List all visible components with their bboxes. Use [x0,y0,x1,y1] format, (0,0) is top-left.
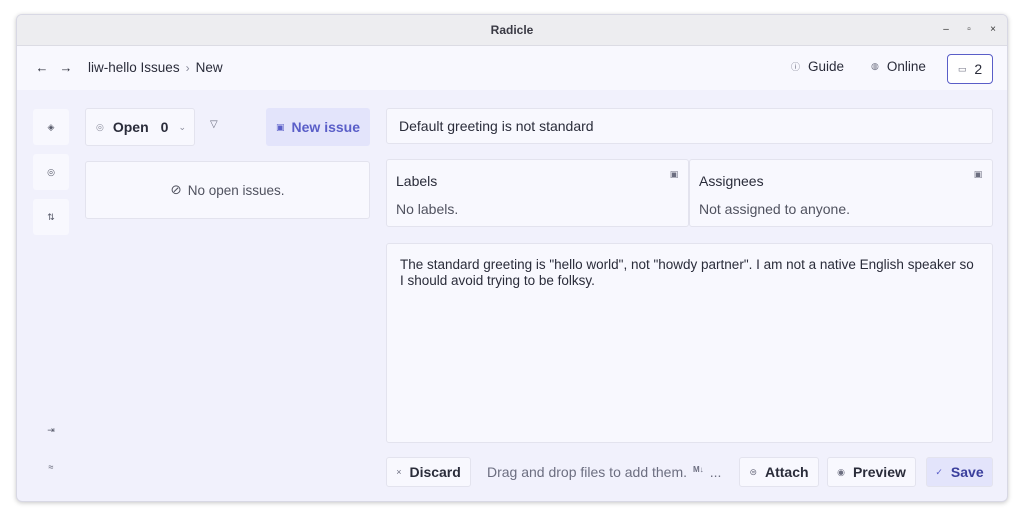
preview-label: Preview [852,464,906,480]
empty-text: No open issues. [187,182,285,198]
inbox-count: 2 [974,61,983,77]
breadcrumb: liw-hello Issues › New [88,60,223,75]
new-issue-label: New issue [291,119,360,135]
issues-empty-state: ⊘ No open issues. [85,161,370,219]
breadcrumb-repo[interactable]: liw-hello Issues [88,60,180,75]
inbox-button[interactable]: ▭ 2 [947,54,993,84]
sidebar-item-patches[interactable]: ⇅ [33,199,69,235]
discard-label: Discard [409,464,461,480]
online-status-button[interactable]: ◍ Online [871,59,926,74]
close-button[interactable]: × [986,23,1000,37]
online-label: Online [886,59,926,74]
logout-icon[interactable]: ⇥ [43,422,59,438]
save-button[interactable]: ✓ Save [926,457,993,487]
guide-button[interactable]: ⓘ Guide [791,59,844,74]
info-icon: ⓘ [791,62,801,72]
issue-title-input[interactable] [386,108,993,144]
empty-icon: ⊘ [170,182,182,197]
save-label: Save [950,464,984,480]
paperclip-icon: ⊜ [749,466,757,477]
labels-header: Labels [396,173,438,189]
breadcrumb-separator-icon: › [185,60,190,75]
eye-icon: ◉ [837,466,845,477]
settings-icon[interactable]: ≈ [43,459,59,475]
forward-icon[interactable]: → [57,58,75,78]
check-icon: ✓ [935,466,943,477]
new-issue-button[interactable]: ▣ New issue [266,108,370,146]
edit-labels-icon[interactable]: ▣ [668,168,680,180]
repo-icon: ◈ [47,121,55,132]
patches-icon: ⇅ [47,211,55,222]
app-window: Radicle – ▫ × ← → liw-hello Issues › New… [16,14,1008,502]
labels-value: No labels. [396,201,459,217]
labels-box: Labels ▣ No labels. [386,159,689,227]
breadcrumb-current: New [195,60,223,75]
ellipsis: ... [709,464,722,480]
attach-label: Attach [764,464,809,480]
header-bar: ← → liw-hello Issues › New ⓘ Guide ◍ Onl… [17,46,1007,90]
status-filter-label: Open [112,119,149,135]
titlebar: Radicle – ▫ × [17,15,1007,46]
new-issue-icon: ▣ [276,121,285,132]
network-icon: ◍ [871,61,879,71]
window-title: Radicle [490,23,534,37]
status-filter-count: 0 [160,119,169,135]
attach-button[interactable]: ⊜ Attach [739,457,819,487]
attachment-hint: Drag and drop files to add them. M↓ ... [487,464,721,480]
filter-icon[interactable]: ▽ [210,119,218,130]
issues-icon: ◎ [47,166,55,177]
guide-label: Guide [808,59,845,74]
markdown-icon: M↓ [693,464,704,474]
discard-button[interactable]: × Discard [386,457,471,487]
minimize-button[interactable]: – [939,23,953,37]
maximize-button[interactable]: ▫ [962,23,976,37]
inbox-icon: ▭ [957,63,967,74]
drag-drop-text: Drag and drop files to add them. [487,464,688,480]
sidebar-item-repo[interactable]: ◈ [33,109,69,145]
close-icon: × [396,467,402,477]
open-issue-icon: ◎ [96,121,104,132]
status-filter-dropdown[interactable]: ◎ Open 0 ⌄ [85,108,195,146]
assignees-box: Assignees ▣ Not assigned to anyone. [689,159,993,227]
issue-body-textarea[interactable]: The standard greeting is "hello world", … [386,243,993,443]
sidebar-item-issues[interactable]: ◎ [33,154,69,190]
preview-button[interactable]: ◉ Preview [827,457,916,487]
back-icon[interactable]: ← [33,58,51,78]
assignees-header: Assignees [699,173,764,189]
assignees-value: Not assigned to anyone. [699,201,850,217]
edit-assignees-icon[interactable]: ▣ [972,168,984,180]
chevron-down-icon: ⌄ [178,121,186,132]
